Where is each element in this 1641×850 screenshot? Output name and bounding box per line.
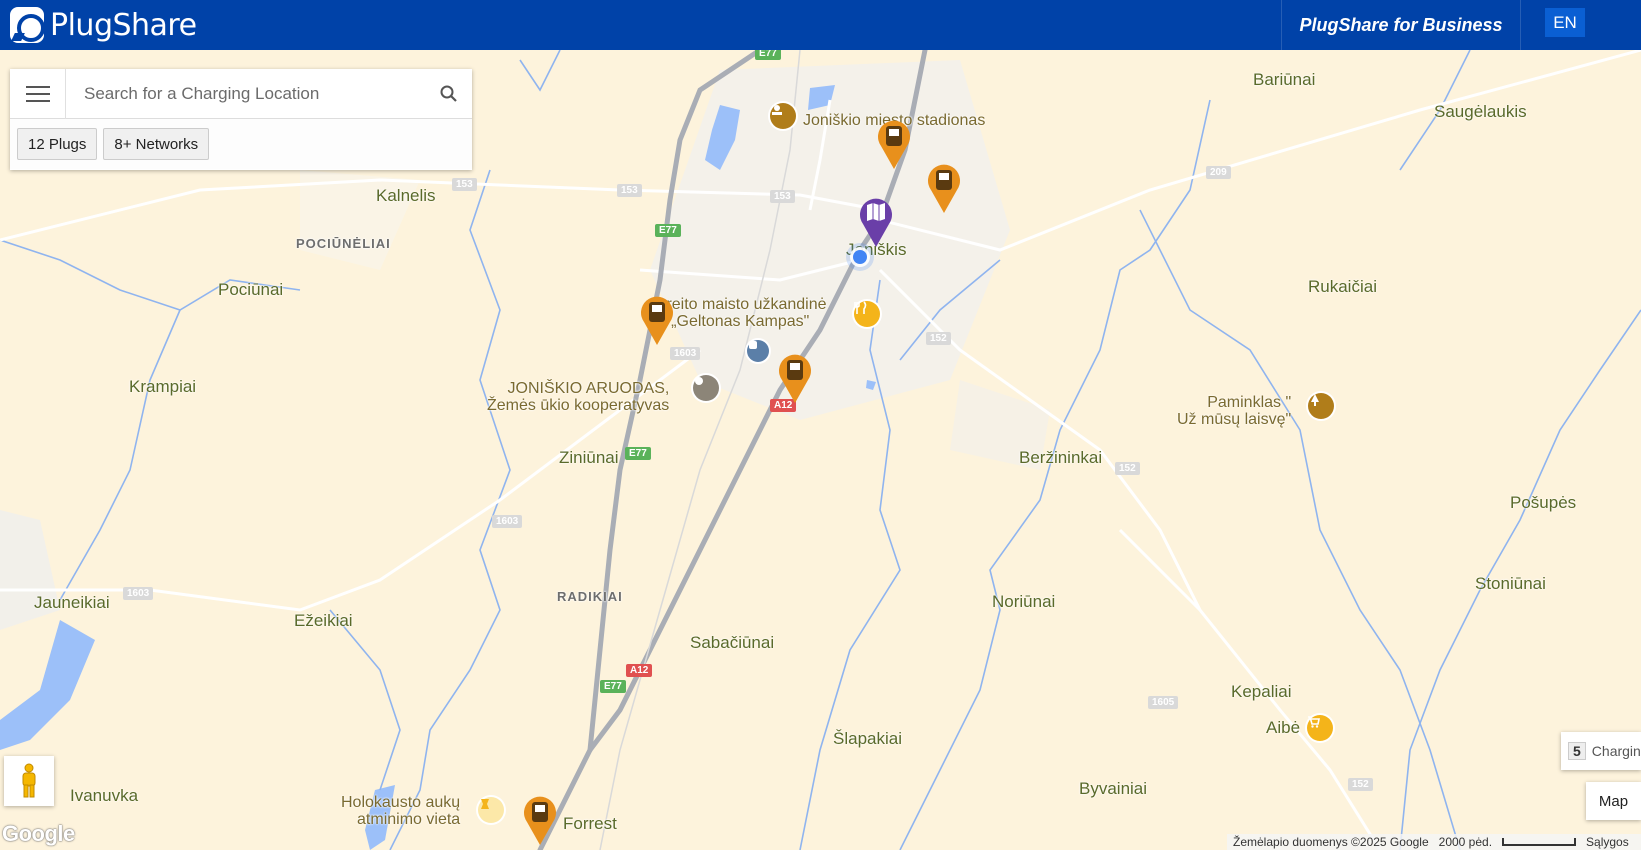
search-panel: 12 Plugs 8+ Networks xyxy=(10,68,472,170)
poi-label-line: „Geltonas Kampas" xyxy=(671,313,810,330)
charger-pin[interactable] xyxy=(926,160,962,214)
charging-count: 5 xyxy=(1568,742,1586,760)
road-shield: 153 xyxy=(452,178,477,191)
place-label: Sabačiūnai xyxy=(690,633,775,652)
place-label: Bariūnai xyxy=(1253,70,1316,89)
place-label: Rukaičiai xyxy=(1308,277,1377,296)
poi-label-line: Paminklas " xyxy=(1207,394,1292,411)
monument-icon[interactable] xyxy=(1308,393,1334,419)
charging-stations-badge[interactable]: 5 Charging xyxy=(1561,732,1641,770)
search-row xyxy=(10,68,472,119)
place-label: Ziniūnai xyxy=(559,448,619,467)
map-marker-pin[interactable] xyxy=(858,194,894,248)
place-label: Kepaliai xyxy=(1231,682,1292,701)
place-label: Šlapakiai xyxy=(833,729,902,748)
train-station-icon[interactable] xyxy=(747,340,769,362)
current-location-dot xyxy=(853,250,867,264)
poi-label-holocaust: Holokausto aukų atminimo vieta xyxy=(341,794,460,828)
road-shield: 1603 xyxy=(123,587,154,600)
road-shield: 153 xyxy=(617,184,642,197)
charger-pin[interactable] xyxy=(777,350,813,404)
search-icon[interactable] xyxy=(426,70,472,118)
place-label: Pociūnai xyxy=(218,280,284,299)
charger-pin[interactable] xyxy=(522,792,558,846)
poi-label-line: Greito maisto užkandinė xyxy=(654,296,827,313)
map-base xyxy=(0,50,1641,850)
place-label: Pošupės xyxy=(1510,493,1577,512)
charger-pin[interactable] xyxy=(876,116,912,170)
plugshare-logo-icon xyxy=(10,7,45,43)
language-button[interactable]: EN xyxy=(1545,8,1585,37)
networks-filter-button[interactable]: 8+ Networks xyxy=(103,128,210,160)
place-label: RADIKIAI xyxy=(557,589,623,604)
road-shield: 1605 xyxy=(1148,696,1179,709)
road-shield: 152 xyxy=(1115,462,1140,475)
poi-label-restaurant: Greito maisto užkandinė „Geltonas Kampas… xyxy=(654,296,827,330)
place-label: Byvainiai xyxy=(1079,779,1148,798)
place-label: Saugėlaukis xyxy=(1434,102,1527,121)
top-header: PlugShare PlugShare for Business EN xyxy=(0,0,1641,50)
google-logo: Google xyxy=(2,821,75,846)
place-label: Beržininkai xyxy=(1019,448,1103,467)
place-label: POCIŪNĖLIAI xyxy=(296,236,391,251)
plugshare-for-business-link[interactable]: PlugShare for Business xyxy=(1281,0,1521,50)
poi-label-line: Žemės ūkio kooperatyvas xyxy=(487,397,670,414)
logo-text: PlugShare xyxy=(50,7,197,43)
road-shield: E77 xyxy=(625,447,651,460)
map-attribution: Žemėlapio duomenys ©2025 Google 2000 pėd… xyxy=(1227,834,1641,850)
place-label: Stoniūnai xyxy=(1475,574,1546,593)
charging-label: Charging xyxy=(1591,743,1641,759)
scale-bar xyxy=(1502,838,1577,846)
poi-label-line: JONIŠKIO ARUODAS, xyxy=(507,380,670,397)
place-label: Ivanuvka xyxy=(70,786,139,805)
place-label: Kalnelis xyxy=(376,186,436,205)
road-shield: 152 xyxy=(926,332,951,345)
terms-link[interactable]: Sąlygos xyxy=(1586,835,1629,849)
place-label: Noriūnai xyxy=(992,592,1056,611)
charger-pin[interactable] xyxy=(639,292,675,346)
poi-label-line: atminimo vieta xyxy=(357,811,461,828)
filter-row: 12 Plugs 8+ Networks xyxy=(10,119,472,169)
place-label: Forrest xyxy=(563,814,617,833)
place-label: Krampiai xyxy=(129,377,197,396)
scale-label[interactable]: 2000 pėd. xyxy=(1439,835,1492,849)
poi-label-line: Už mūsų laisvę" xyxy=(1177,411,1292,428)
poi-label-line: Holokausto aukų xyxy=(341,794,461,811)
road-shield: 1603 xyxy=(492,515,523,528)
road-shield: 1603 xyxy=(670,347,701,360)
road-shield: E77 xyxy=(600,680,626,693)
road-shield: 209 xyxy=(1206,166,1231,179)
plugs-filter-button[interactable]: 12 Plugs xyxy=(17,128,98,160)
place-pin-icon[interactable] xyxy=(693,375,719,401)
poi-label-monument: Paminklas " Už mūsų laisvę" xyxy=(1177,394,1291,428)
map-canvas[interactable]: E77 153 153 153 E77 1603 152 A12 E77 152… xyxy=(0,50,1641,850)
street-view-pegman-icon[interactable] xyxy=(4,756,54,806)
road-shield: E77 xyxy=(755,50,781,60)
search-input[interactable] xyxy=(66,69,426,118)
map-type-button[interactable]: Map xyxy=(1586,782,1641,820)
stadium-icon[interactable] xyxy=(770,103,796,129)
plugshare-logo[interactable]: PlugShare xyxy=(10,7,197,43)
road-shield: E77 xyxy=(655,224,681,237)
place-label: Aibė xyxy=(1266,718,1301,737)
road-shield: 153 xyxy=(770,190,795,203)
memorial-icon[interactable] xyxy=(478,797,504,823)
shopping-cart-icon[interactable] xyxy=(1307,715,1333,741)
poi-label-coop: JONIŠKIO ARUODAS, Žemės ūkio kooperatyva… xyxy=(487,380,669,414)
restaurant-icon[interactable] xyxy=(854,301,880,327)
hamburger-menu-icon[interactable] xyxy=(10,68,66,119)
place-label: Ežeikiai xyxy=(294,611,353,630)
place-label: Jauneikiai xyxy=(34,593,110,612)
attribution-text[interactable]: Žemėlapio duomenys ©2025 Google xyxy=(1233,835,1429,849)
road-shield: A12 xyxy=(626,664,653,677)
road-shield: 152 xyxy=(1348,778,1373,791)
